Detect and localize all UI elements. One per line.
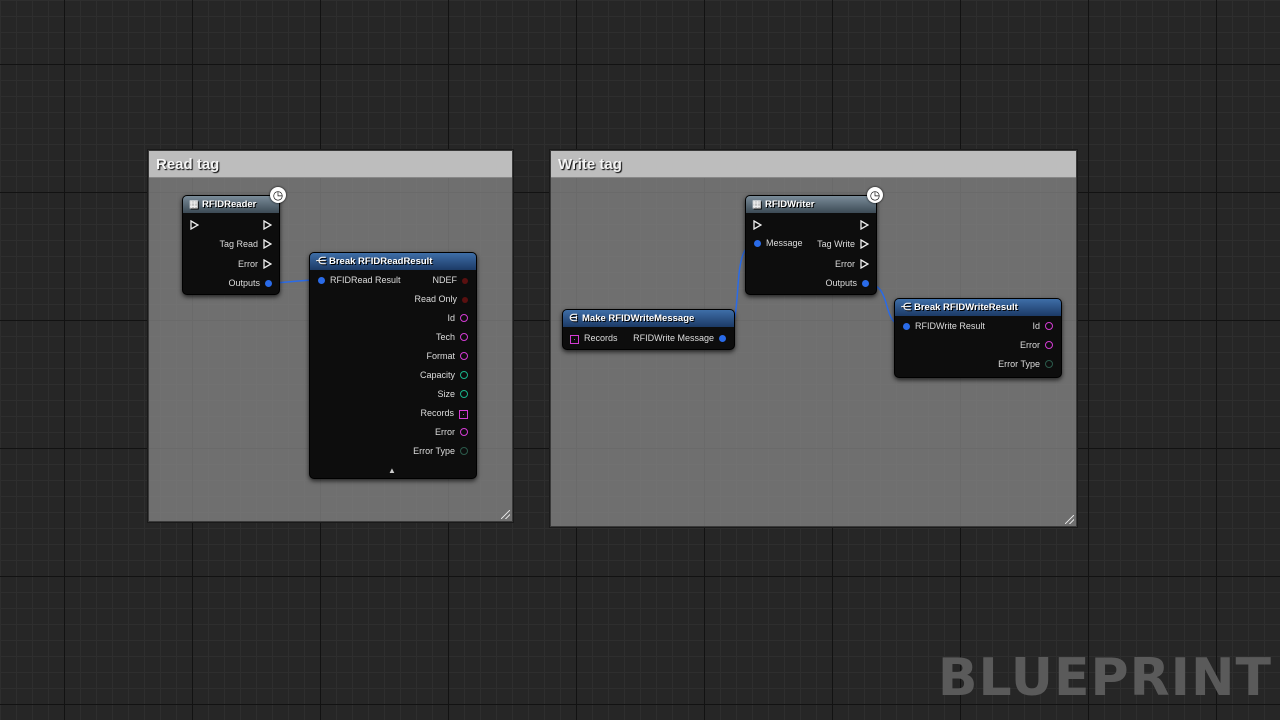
clock-icon: ◷ (867, 187, 883, 203)
records-input-pin[interactable]: · Records (570, 329, 618, 348)
pin-label: Records (420, 408, 454, 418)
bool-pin-icon (462, 297, 468, 303)
exec-out-pin[interactable] (860, 216, 869, 235)
make-rfid-write-message-node[interactable]: ⋳ Make RFIDWriteMessage · Records RFIDWri… (562, 309, 735, 350)
bool-pin-icon (462, 278, 468, 284)
tech-pin[interactable]: Tech (436, 328, 468, 347)
string-pin-icon (1045, 341, 1053, 349)
string-pin-icon (460, 352, 468, 360)
pin-label: Tech (435, 332, 455, 342)
pin-label: RFIDWrite Result (915, 321, 985, 331)
node-header: ▦ RFIDReader (183, 196, 279, 213)
read-only-pin[interactable]: Read Only (414, 290, 468, 309)
rfid-write-message-pin[interactable]: RFIDWrite Message (633, 329, 726, 348)
int-pin-icon (460, 390, 468, 398)
break-struct-icon: ⋲ (901, 302, 911, 313)
tag-read-pin[interactable]: Tag Read (219, 235, 272, 254)
pin-label: Id (1032, 321, 1040, 331)
array-pin-icon: · (459, 410, 468, 419)
error-pin[interactable]: Error (1020, 336, 1053, 355)
struct-pin-icon (719, 335, 726, 342)
id-pin[interactable]: Id (447, 309, 468, 328)
exec-in-pin[interactable] (190, 216, 199, 235)
struct-pin-icon (318, 277, 325, 284)
pin-label: Tag Write (817, 239, 855, 249)
break-struct-icon: ⋲ (316, 256, 326, 267)
format-pin[interactable]: Format (426, 347, 468, 366)
wires (267, 242, 907, 339)
node-title: RFIDReader (202, 199, 257, 210)
pin-label: Capacity (419, 370, 455, 380)
clock-icon: ◷ (270, 187, 286, 203)
blueprint-watermark: BLUEPRINT (937, 648, 1272, 708)
node-header: ⋳ Make RFIDWriteMessage (563, 310, 734, 327)
exec-in-pin[interactable] (753, 216, 762, 235)
struct-pin-icon (903, 323, 910, 330)
error-type-pin[interactable]: Error Type (998, 355, 1053, 374)
make-struct-icon: ⋳ (569, 313, 578, 324)
error-pin[interactable]: Error (435, 423, 468, 442)
array-pin-icon: · (570, 335, 579, 344)
node-header: ⋲ Break RFIDReadResult (310, 253, 476, 270)
pin-label: Error Type (413, 446, 455, 456)
node-title: RFIDWriter (765, 199, 815, 210)
error-exec-pin[interactable]: Error (238, 255, 272, 274)
collapse-arrow-icon[interactable]: ▲ (388, 466, 396, 475)
node-header: ▦ RFIDWriter (746, 196, 876, 213)
enum-pin-icon (1045, 360, 1053, 368)
pin-label: Format (426, 351, 455, 361)
variable-icon: ▦ (752, 199, 762, 210)
string-pin-icon (460, 333, 468, 341)
break-rfid-write-result-node[interactable]: ⋲ Break RFIDWriteResult RFIDWrite Result… (894, 298, 1062, 378)
outputs-pin[interactable]: Outputs (825, 274, 869, 293)
pin-label: Error (435, 427, 455, 437)
exec-out-pin[interactable] (263, 216, 272, 235)
pin-label: Error Type (998, 359, 1040, 369)
int-pin-icon (460, 371, 468, 379)
pin-label: Read Only (414, 294, 457, 304)
pin-label: Outputs (825, 278, 857, 288)
pin-label: Id (447, 313, 455, 323)
message-pin[interactable]: Message (754, 234, 803, 253)
size-pin[interactable]: Size (437, 385, 468, 404)
rfid-write-result-pin[interactable]: RFIDWrite Result (903, 317, 985, 336)
rfid-read-result-pin[interactable]: RFIDRead Result (318, 271, 401, 290)
node-title: Break RFIDReadResult (329, 256, 433, 267)
break-rfid-read-result-node[interactable]: ⋲ Break RFIDReadResult RFIDRead Result N… (309, 252, 477, 479)
node-header: ⋲ Break RFIDWriteResult (895, 299, 1061, 316)
rfid-reader-node[interactable]: ▦ RFIDReader Tag Read Error Outputs (182, 195, 280, 295)
pin-label: RFIDWrite Message (633, 333, 714, 343)
struct-pin-icon (265, 280, 272, 287)
string-pin-icon (460, 314, 468, 322)
pin-label: Message (766, 238, 803, 248)
id-pin[interactable]: Id (1032, 317, 1053, 336)
pin-label: NDEF (432, 275, 458, 285)
struct-pin-icon (754, 240, 761, 247)
pin-label: Error (835, 259, 855, 269)
pin-label: Error (1020, 340, 1040, 350)
error-type-pin[interactable]: Error Type (413, 442, 468, 461)
pin-label: Outputs (228, 278, 260, 288)
node-title: Break RFIDWriteResult (914, 302, 1018, 313)
pin-label: Error (238, 259, 258, 269)
tag-write-pin[interactable]: Tag Write (817, 235, 869, 254)
capacity-pin[interactable]: Capacity (420, 366, 468, 385)
variable-icon: ▦ (189, 199, 199, 210)
pin-label: Records (584, 333, 618, 343)
outputs-pin[interactable]: Outputs (228, 274, 272, 293)
pin-label: Tag Read (219, 239, 258, 249)
ndef-pin[interactable]: NDEF (432, 271, 468, 290)
records-pin[interactable]: Records · (420, 404, 468, 423)
node-title: Make RFIDWriteMessage (582, 313, 695, 324)
struct-pin-icon (862, 280, 869, 287)
string-pin-icon (460, 428, 468, 436)
rfid-writer-node[interactable]: ▦ RFIDWriter Message Tag Write Error Out… (745, 195, 877, 295)
enum-pin-icon (460, 447, 468, 455)
pin-label: Size (437, 389, 455, 399)
error-exec-pin[interactable]: Error (835, 255, 869, 274)
string-pin-icon (1045, 322, 1053, 330)
pin-label: RFIDRead Result (330, 275, 401, 285)
